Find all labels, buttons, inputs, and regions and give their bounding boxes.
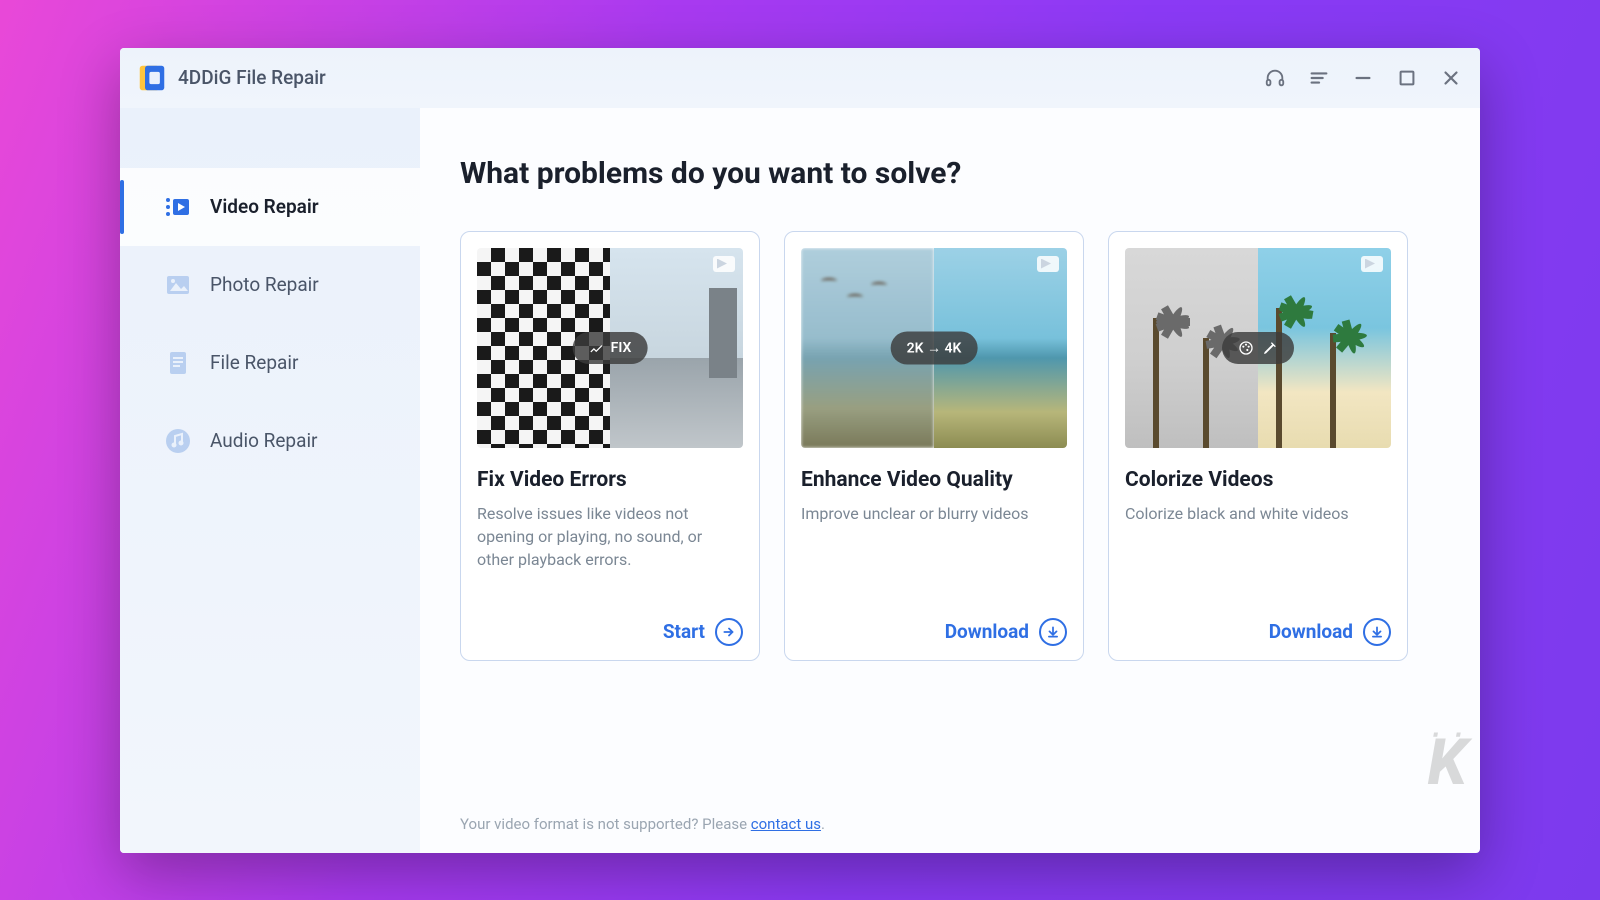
page-title: What problems do you want to solve? (460, 156, 1440, 191)
thumbnail-badge: FIX (573, 332, 648, 364)
video-badge-icon (713, 256, 735, 272)
badge-label: FIX (611, 340, 632, 356)
footer-text: Your video format is not supported? Plea… (460, 815, 751, 833)
file-repair-icon (164, 349, 192, 377)
contact-us-link[interactable]: contact us (751, 815, 821, 833)
card-enhance-video-quality[interactable]: 2K → 4K Enhance Video Quality Improve un… (784, 231, 1084, 661)
action-label: Download (1269, 620, 1353, 643)
app-window: 4DDiG File Repair (120, 48, 1480, 853)
download-button[interactable]: Download (1125, 618, 1391, 646)
maximize-icon[interactable] (1396, 67, 1418, 89)
card-title: Enhance Video Quality (801, 468, 1067, 492)
sidebar-item-label: Video Repair (210, 195, 319, 218)
sidebar-item-audio-repair[interactable]: Audio Repair (120, 402, 420, 480)
sidebar-item-photo-repair[interactable]: Photo Repair (120, 246, 420, 324)
close-icon[interactable] (1440, 67, 1462, 89)
headset-icon[interactable] (1264, 67, 1286, 89)
card-thumbnail (1125, 248, 1391, 448)
sidebar-item-label: Photo Repair (210, 273, 319, 296)
card-thumbnail: 2K → 4K (801, 248, 1067, 448)
download-button[interactable]: Download (801, 618, 1067, 646)
badge-label: 2K → 4K (907, 339, 962, 356)
download-icon (1363, 618, 1391, 646)
app-logo-icon (138, 64, 166, 92)
card-fix-video-errors[interactable]: FIX Fix Video Errors Resolve issues like… (460, 231, 760, 661)
menu-icon[interactable] (1308, 67, 1330, 89)
action-label: Start (663, 620, 705, 643)
action-label: Download (945, 620, 1029, 643)
card-description: Resolve issues like videos not opening o… (477, 502, 743, 618)
card-description: Colorize black and white videos (1125, 502, 1391, 618)
sidebar-item-file-repair[interactable]: File Repair (120, 324, 420, 402)
sidebar: Video Repair Photo Repair File Repair Au… (120, 108, 420, 853)
footer-text-after: . (821, 815, 825, 833)
main-content: What problems do you want to solve? FIX … (420, 108, 1480, 853)
footer-note: Your video format is not supported? Plea… (460, 795, 1440, 833)
sidebar-item-label: File Repair (210, 351, 298, 374)
app-title: 4DDiG File Repair (178, 66, 326, 89)
card-thumbnail: FIX (477, 248, 743, 448)
thumbnail-badge (1222, 332, 1294, 364)
arrow-right-icon (715, 618, 743, 646)
download-icon (1039, 618, 1067, 646)
card-colorize-videos[interactable]: Colorize Videos Colorize black and white… (1108, 231, 1408, 661)
video-badge-icon (1361, 256, 1383, 272)
card-description: Improve unclear or blurry videos (801, 502, 1067, 618)
sidebar-item-label: Audio Repair (210, 429, 318, 452)
start-button[interactable]: Start (477, 618, 743, 646)
video-badge-icon (1037, 256, 1059, 272)
audio-repair-icon (164, 427, 192, 455)
card-title: Fix Video Errors (477, 468, 743, 492)
thumbnail-badge: 2K → 4K (891, 331, 978, 364)
titlebar: 4DDiG File Repair (120, 48, 1480, 108)
cards-row: FIX Fix Video Errors Resolve issues like… (460, 231, 1440, 661)
photo-repair-icon (164, 271, 192, 299)
video-repair-icon (164, 193, 192, 221)
card-title: Colorize Videos (1125, 468, 1391, 492)
minimize-icon[interactable] (1352, 67, 1374, 89)
window-controls (1264, 67, 1462, 89)
sidebar-item-video-repair[interactable]: Video Repair (120, 168, 420, 246)
